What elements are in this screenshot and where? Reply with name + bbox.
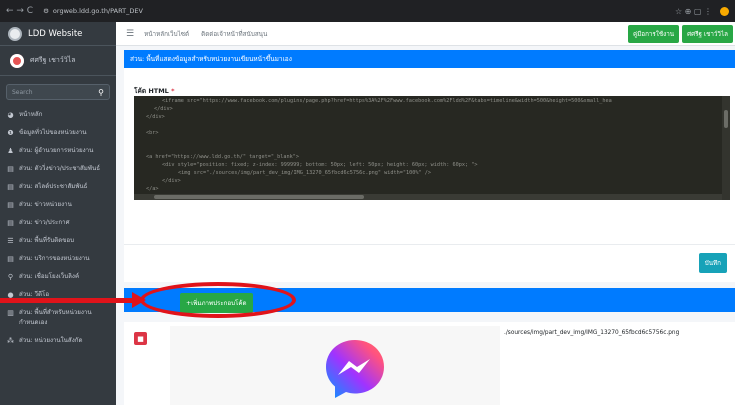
sidebar: LDD Website ศศรีฐ เชาว์วิไล Search ⚲ ◕ หน… [0,22,116,405]
url-text: orgweb.ldd.go.th/PART_DEV [52,7,143,15]
code-line: <iframe src="https://www.facebook.com/pl… [162,98,612,104]
sidebar-item-label: ส่วน: ตัววิ่งข่าว/ประชาสัมพันธ์ [19,165,100,172]
annotation-arrow-shaft [0,298,140,303]
profile-avatar[interactable] [720,6,729,16]
code-line: <br> [146,130,159,136]
code-line: </a> [146,186,159,192]
manual-button[interactable]: คู่มือการใช้งาน [627,24,680,43]
sidebar-item-label: ส่วน: ข่าว/ประกาศ [19,219,70,226]
sidebar-item[interactable]: ▥ ส่วน: พื้นที่สำหรับหน่วยงานกำหนดเอง [0,304,116,332]
sidebar-item[interactable]: ▤ ส่วน: ข่าว/ประกาศ [0,214,116,232]
sidebar-item-label: ส่วน: พื้นที่สำหรับหน่วยงานกำหนดเอง [19,309,92,326]
list-icon: ▤ [7,219,14,227]
code-image-card: ■ ./sources/img/part_dev_img/IMG_13270_6… [124,322,735,405]
list-icon: ▤ [7,165,14,173]
save-area: บันทึก [124,244,735,282]
code-line: </div> [154,106,173,112]
save-button[interactable]: บันทึก [698,253,727,273]
messenger-logo-icon [326,340,384,398]
code-line: </div> [146,114,165,120]
user-panel[interactable]: ศศรีฐ เชาว์วิไล [0,46,116,76]
sidebar-item[interactable]: ☰ ส่วน: พื้นที่รับติดขอบ [0,232,116,250]
section-header: ส่วน: พื้นที่แสดงข้อมูลสำหรับหน่วยงานเขี… [124,50,735,68]
delete-image-button[interactable]: ■ [134,332,147,345]
address-bar[interactable]: ⚙ orgweb.ldd.go.th/PART_DEV [43,7,143,15]
sidebar-item[interactable]: ▤ ส่วน: ข่าวหน่วยงาน [0,196,116,214]
dashboard-icon: ◕ [7,111,14,119]
sidebar-item[interactable]: ◕ หน้าหลัก [0,106,116,124]
annotation-circle [140,282,296,318]
sidebar-item[interactable]: ❶ ข้อมูลทั่วไปของหน่วยงาน [0,124,116,142]
code-line: </div> [162,178,181,184]
sidebar-item[interactable]: ⚲ ส่วน: เชื่อมโยงเว็บลิงค์ [0,268,116,286]
sidebar-item[interactable]: ▤ ส่วน: บริการของหน่วยงาน [0,250,116,268]
sidebar-item-label: หน้าหลัก [19,111,43,118]
html-code-editor[interactable]: </a> </div> <img src="./sources/img/part_d… [134,96,730,200]
code-line: <div style="position: fixed; z-index: 99… [162,162,478,168]
sidebar-item[interactable]: ⁂ ส่วน: หน่วยงานในสังกัด [0,332,116,350]
sidebar-menu: ◕ หน้าหลัก ❶ ข้อมูลทั่วไปของหน่วยงาน ♟ ส่วน: … [0,106,116,350]
book-icon: ▥ [7,309,14,317]
brand-title: LDD Website [28,28,83,39]
brand-link[interactable]: LDD Website [0,22,116,46]
sidebar-item-label: ส่วน: หน่วยงานในสังกัด [19,337,83,344]
sidebar-item-label: ส่วน: ข่าวหน่วยงาน [19,201,72,208]
user-name: ศศรีฐ เชาว์วิไล [30,56,76,64]
sidebar-item[interactable]: ▤ ส่วน: ตัววิ่งข่าว/ประชาสัมพันธ์ [0,160,116,178]
image-path: ./sources/img/part_dev_img/IMG_13270_65f… [504,330,680,336]
image-preview [170,326,500,405]
sidebar-item-label: ส่วน: พื้นที่รับติดขอบ [19,237,75,244]
brand-logo [8,26,22,41]
menu-icon: ☰ [7,237,14,245]
code-line: <a href="https://www.ldd.go.th/" target=… [146,154,300,160]
user-icon: ♟ [7,147,14,155]
annotation-arrow-head [132,292,146,308]
sitemap-icon: ⁂ [7,337,14,345]
sidebar-item-label: ส่วน: ผู้อำนวยการหน่วยงาน [19,147,94,154]
search-input[interactable]: Search [12,89,33,96]
browser-nav-buttons[interactable]: ← → C [0,6,33,16]
sidebar-item[interactable]: ▤ ส่วน: สไลด์ประชาสัมพันธ์ [0,178,116,196]
required-mark: * [171,87,175,95]
main-content: ส่วน: พื้นที่แสดงข้อมูลสำหรับหน่วยงานเขี… [0,46,735,405]
editor-vertical-scrollbar[interactable] [722,96,730,200]
code-label: โค้ด HTML * [134,87,175,95]
info-icon: ❶ [7,129,14,137]
search-icon[interactable]: ⚲ [98,88,104,97]
site-info-icon[interactable]: ⚙ [43,7,49,15]
bookmark-icon[interactable]: ☆ ⊕ ▢ ⋮ [675,7,712,16]
list-icon: ▤ [7,201,14,209]
editor-horizontal-scrollbar[interactable] [134,194,722,200]
code-card: โค้ด HTML * </a> </div> <img src="./source… [124,68,735,244]
home-link[interactable]: หน้าหลักเว็บไซต์ [144,29,189,39]
user-menu-button[interactable]: ศศรีฐ เชาว์วิไล [682,24,733,43]
top-navbar: ☰ หน้าหลักเว็บไซต์ ติดต่อเจ้าหน้าที่สนับ… [116,22,735,46]
link-icon: ⚲ [7,273,14,281]
sidebar-item-label: ข้อมูลทั่วไปของหน่วยงาน [19,129,87,136]
sidebar-item-label: ส่วน: เชื่อมโยงเว็บลิงค์ [19,273,80,280]
hamburger-menu-icon[interactable]: ☰ [116,29,144,39]
browser-toolbar: ← → C ⚙ orgweb.ldd.go.th/PART_DEV ☆ ⊕ ▢ … [0,0,735,22]
list-icon: ▤ [7,183,14,191]
sidebar-search[interactable]: Search ⚲ [6,84,110,100]
code-line: <img src="./sources/img/part_dev_img/IMG… [178,170,431,176]
contact-support-link[interactable]: ติดต่อเจ้าหน้าที่สนับสนุน [201,29,267,39]
avatar [10,53,24,68]
trash-icon: ■ [137,334,144,343]
list-icon: ▤ [7,255,14,263]
sidebar-item-label: ส่วน: บริการของหน่วยงาน [19,255,90,262]
section-title: ส่วน: พื้นที่แสดงข้อมูลสำหรับหน่วยงานเขี… [130,55,292,63]
sidebar-item[interactable]: ♟ ส่วน: ผู้อำนวยการหน่วยงาน [0,142,116,160]
sidebar-item-label: ส่วน: สไลด์ประชาสัมพันธ์ [19,183,88,190]
browser-actions[interactable]: ☆ ⊕ ▢ ⋮ [675,6,735,16]
